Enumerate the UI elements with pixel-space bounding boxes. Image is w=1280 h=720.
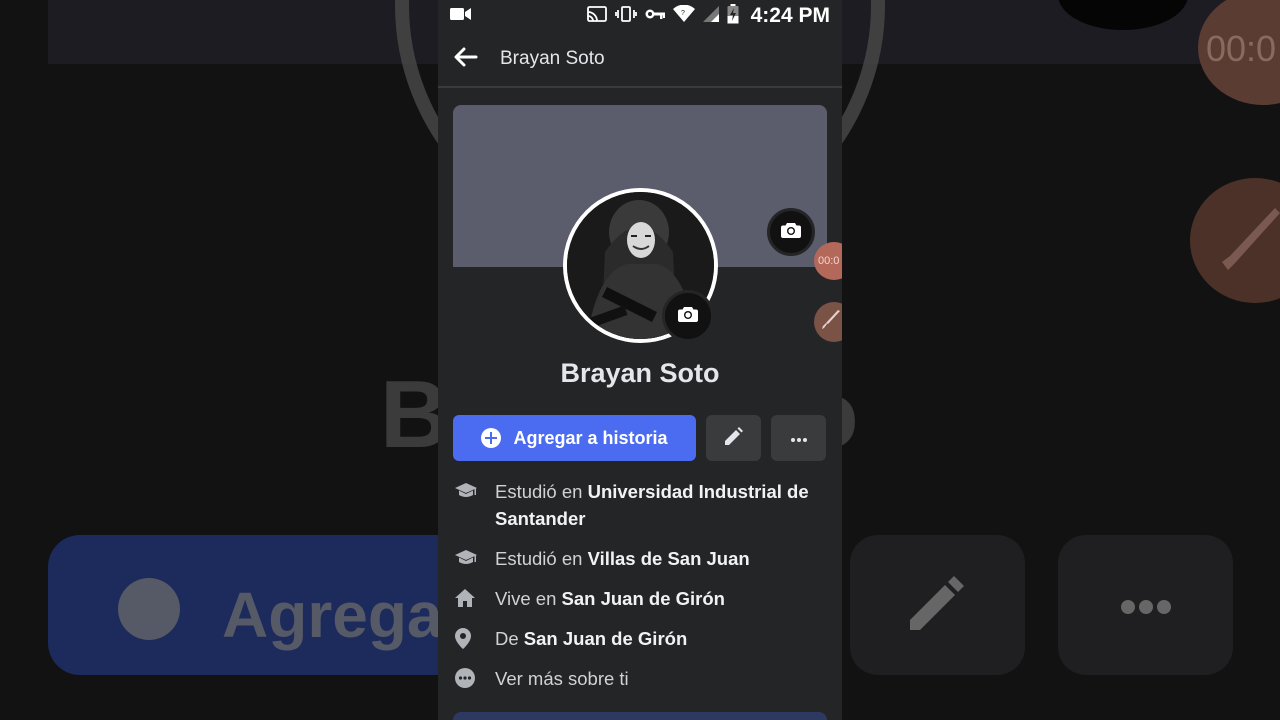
plus-circle-icon: [481, 428, 502, 448]
backdrop-more-tile: [1058, 535, 1233, 675]
see-more-label: Ver más sobre ti: [495, 668, 629, 689]
backdrop-brush-bubble: [1190, 178, 1280, 303]
detail-value: San Juan de Girón: [561, 588, 725, 609]
detail-prefix: Estudió en: [495, 481, 583, 502]
next-section-button[interactable]: [453, 712, 827, 720]
vpn-key-icon: [645, 7, 665, 25]
battery-charging-icon: [727, 3, 739, 29]
backdrop-story-label: Agregar: [222, 579, 468, 651]
clock-time: 4:24 PM: [750, 4, 830, 27]
profile-name: Brayan Soto: [560, 358, 720, 388]
recording-timer-text: 00:0: [818, 255, 840, 267]
svg-text:?: ?: [681, 10, 685, 17]
see-more-about-you[interactable]: Ver más sobre ti: [453, 665, 833, 692]
recording-timer-bubble[interactable]: 00:0: [814, 242, 842, 280]
more-dots-icon: [790, 429, 807, 447]
detail-prefix: Estudió en: [495, 548, 583, 569]
more-dots-icon: [453, 665, 495, 691]
backdrop-timer-text: 00:0: [1206, 28, 1277, 69]
detail-value: Villas de San Juan: [587, 548, 750, 569]
camera-icon: [781, 222, 801, 243]
detail-lives-in[interactable]: Vive en San Juan de Girón: [453, 585, 833, 612]
add-to-story-label: Agregar a historia: [513, 427, 668, 448]
camera-icon: [678, 306, 698, 327]
vibrate-icon: [614, 5, 637, 27]
detail-prefix: Vive en: [495, 588, 557, 609]
status-bar: ? 4:24 PM: [438, 0, 842, 32]
graduation-cap-icon: [453, 545, 495, 571]
detail-from[interactable]: De San Juan de Girón: [453, 625, 833, 652]
detail-value: San Juan de Girón: [523, 628, 688, 649]
add-to-story-button[interactable]: Agregar a historia: [453, 415, 696, 461]
graduation-cap-icon: [453, 478, 495, 504]
backdrop-plus-icon: [118, 578, 180, 640]
detail-prefix: De: [495, 628, 519, 649]
back-arrow-icon[interactable]: [454, 47, 478, 72]
draw-tool-bubble[interactable]: [814, 302, 842, 342]
wifi-icon: ?: [672, 4, 695, 28]
profile-details: Estudió en Universidad Industrial de San…: [453, 478, 833, 705]
cell-signal-icon: [702, 5, 719, 27]
location-pin-icon: [453, 625, 495, 651]
edit-profile-button[interactable]: [706, 415, 761, 461]
detail-education-1[interactable]: Estudió en Universidad Industrial de San…: [453, 478, 833, 532]
app-bar-title: Brayan Soto: [500, 48, 605, 69]
video-camera-icon: [450, 7, 472, 26]
brush-icon: [820, 309, 842, 336]
edit-cover-button[interactable]: [767, 208, 815, 256]
edit-avatar-button[interactable]: [662, 290, 714, 342]
profile-actions: Agregar a historia: [453, 415, 827, 461]
cast-icon: [586, 5, 607, 27]
phone-screen: ? 4:24 PM Brayan Soto 00:0 Brayan Soto A…: [438, 0, 842, 720]
detail-education-2[interactable]: Estudió en Villas de San Juan: [453, 545, 833, 572]
more-options-button[interactable]: [771, 415, 826, 461]
home-icon: [453, 585, 495, 611]
backdrop-edit-tile: [850, 535, 1025, 675]
app-bar: Brayan Soto: [438, 32, 842, 88]
pencil-icon: [724, 426, 743, 450]
